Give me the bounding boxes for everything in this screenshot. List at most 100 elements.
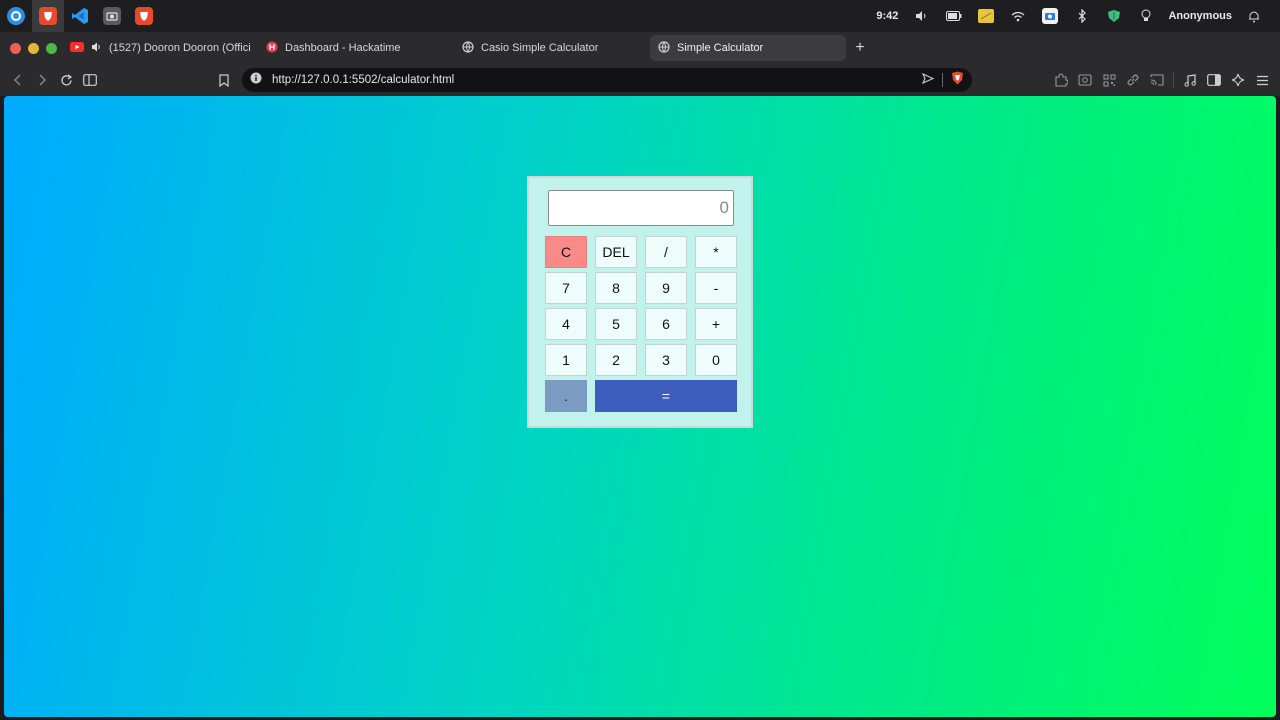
cast-icon xyxy=(1150,74,1164,86)
globe-icon xyxy=(462,40,474,56)
digit-7-button[interactable]: 7 xyxy=(545,272,587,304)
subtract-button[interactable]: - xyxy=(695,272,737,304)
dock xyxy=(0,0,160,32)
digit-0-button[interactable]: 0 xyxy=(695,344,737,376)
new-tab-button[interactable]: + xyxy=(846,35,874,61)
brave-shields-icon[interactable] xyxy=(951,71,964,90)
bookmark-icon xyxy=(219,73,229,87)
tab-hackatime[interactable]: Dashboard - Hackatime xyxy=(258,35,454,61)
media-button[interactable] xyxy=(1178,68,1202,92)
user-name[interactable]: Anonymous xyxy=(1162,0,1238,32)
tab-casio-calculator[interactable]: Casio Simple Calculator xyxy=(454,35,650,61)
tab-title: (1527) Dooron Dooron (Official xyxy=(109,42,250,54)
tab-title: Simple Calculator xyxy=(677,42,764,54)
sidebar-panel-button[interactable] xyxy=(1202,68,1226,92)
battery-icon[interactable] xyxy=(938,0,970,32)
site-info-icon[interactable] xyxy=(250,71,262,89)
digit-6-button[interactable]: 6 xyxy=(645,308,687,340)
divide-button[interactable]: / xyxy=(645,236,687,268)
dock-item-vscode[interactable] xyxy=(64,0,96,32)
forward-button[interactable] xyxy=(30,68,54,92)
hamburger-menu-icon xyxy=(1256,75,1268,85)
hackatime-icon xyxy=(266,41,278,56)
music-note-icon xyxy=(1184,73,1196,87)
main-menu-button[interactable] xyxy=(1250,68,1274,92)
digit-2-button[interactable]: 2 xyxy=(595,344,637,376)
youtube-icon xyxy=(70,41,84,55)
browser-toolbar: http://127.0.0.1:5502/calculator.html xyxy=(0,64,1280,96)
calculator-display[interactable]: 0 xyxy=(548,190,734,226)
brave-browser-icon xyxy=(39,7,57,25)
clock[interactable]: 9:42 xyxy=(868,0,906,32)
bookmark-button[interactable] xyxy=(212,68,236,92)
copy-link-button[interactable] xyxy=(1121,68,1145,92)
qr-code-button[interactable] xyxy=(1097,68,1121,92)
tab-simple-calculator[interactable]: Simple Calculator xyxy=(650,35,846,61)
bluetooth-icon[interactable] xyxy=(1066,0,1098,32)
tab-title: Casio Simple Calculator xyxy=(481,42,599,54)
toolbar-divider xyxy=(1173,72,1174,88)
screenshot-tool-button[interactable] xyxy=(1073,68,1097,92)
brave-browser-icon xyxy=(135,7,153,25)
toolbar-right-tools xyxy=(1049,68,1274,92)
digit-8-button[interactable]: 8 xyxy=(595,272,637,304)
bell-icon[interactable] xyxy=(1238,0,1270,32)
multiply-button[interactable]: * xyxy=(695,236,737,268)
url-text[interactable]: http://127.0.0.1:5502/calculator.html xyxy=(272,74,922,86)
dock-item-brave[interactable] xyxy=(32,0,64,32)
chevron-left-icon xyxy=(14,74,21,86)
extensions-button[interactable] xyxy=(1049,68,1073,92)
dock-item-brave-2[interactable] xyxy=(128,0,160,32)
finder-icon xyxy=(7,7,25,25)
dock-item-screenshot[interactable] xyxy=(96,0,128,32)
minimize-window-button[interactable] xyxy=(28,42,39,54)
address-bar[interactable]: http://127.0.0.1:5502/calculator.html xyxy=(242,68,972,92)
back-button[interactable] xyxy=(6,68,30,92)
cast-button[interactable] xyxy=(1145,68,1169,92)
wifi-icon[interactable] xyxy=(1002,0,1034,32)
equals-button[interactable]: = xyxy=(595,380,737,412)
tab-audio-icon[interactable] xyxy=(91,42,102,55)
vpn-shield-icon[interactable] xyxy=(1098,0,1130,32)
panel-icon xyxy=(1207,74,1221,86)
digit-9-button[interactable]: 9 xyxy=(645,272,687,304)
link-icon xyxy=(1127,74,1139,86)
window-controls xyxy=(0,42,62,54)
chevron-right-icon xyxy=(39,74,46,86)
dock-item-finder[interactable] xyxy=(0,0,32,32)
share-icon[interactable] xyxy=(921,71,935,89)
puzzle-icon xyxy=(1055,73,1068,87)
sparkle-icon xyxy=(1231,73,1245,87)
system-top-bar: 9:42 Anonymous xyxy=(0,0,1280,32)
camera-icon xyxy=(1078,74,1092,86)
browser-tab-bar: (1527) Dooron Dooron (Official Dashboard… xyxy=(0,32,1280,64)
screenshot-icon xyxy=(103,7,121,25)
tab-title: Dashboard - Hackatime xyxy=(285,42,401,54)
calculator-keypad: C DEL / * 7 8 9 - 4 5 6 + 1 2 3 0 . = xyxy=(545,236,741,416)
leo-ai-button[interactable] xyxy=(1226,68,1250,92)
reload-button[interactable] xyxy=(54,68,78,92)
maximize-window-button[interactable] xyxy=(46,42,57,54)
qr-code-icon xyxy=(1103,74,1115,86)
url-divider xyxy=(942,73,943,87)
system-tray: 9:42 Anonymous xyxy=(868,0,1280,32)
sidebar-icon xyxy=(83,74,97,86)
digit-3-button[interactable]: 3 xyxy=(645,344,687,376)
add-button[interactable]: + xyxy=(695,308,737,340)
digit-5-button[interactable]: 5 xyxy=(595,308,637,340)
digit-4-button[interactable]: 4 xyxy=(545,308,587,340)
delete-button[interactable]: DEL xyxy=(595,236,637,268)
notes-icon[interactable] xyxy=(970,0,1002,32)
globe-icon xyxy=(658,40,670,56)
page-viewport: 0 C DEL / * 7 8 9 - 4 5 6 + 1 2 3 0 . = xyxy=(4,96,1276,717)
clear-button[interactable]: C xyxy=(545,236,587,268)
tab-youtube[interactable]: (1527) Dooron Dooron (Official xyxy=(62,35,258,61)
volume-icon[interactable] xyxy=(906,0,938,32)
sidebar-toggle-button[interactable] xyxy=(78,68,102,92)
digit-1-button[interactable]: 1 xyxy=(545,344,587,376)
close-window-button[interactable] xyxy=(10,42,21,54)
camera-app-icon[interactable] xyxy=(1034,0,1066,32)
decimal-button[interactable]: . xyxy=(545,380,587,412)
lightbulb-icon[interactable] xyxy=(1130,0,1162,32)
calculator: 0 C DEL / * 7 8 9 - 4 5 6 + 1 2 3 0 . = xyxy=(527,176,753,428)
